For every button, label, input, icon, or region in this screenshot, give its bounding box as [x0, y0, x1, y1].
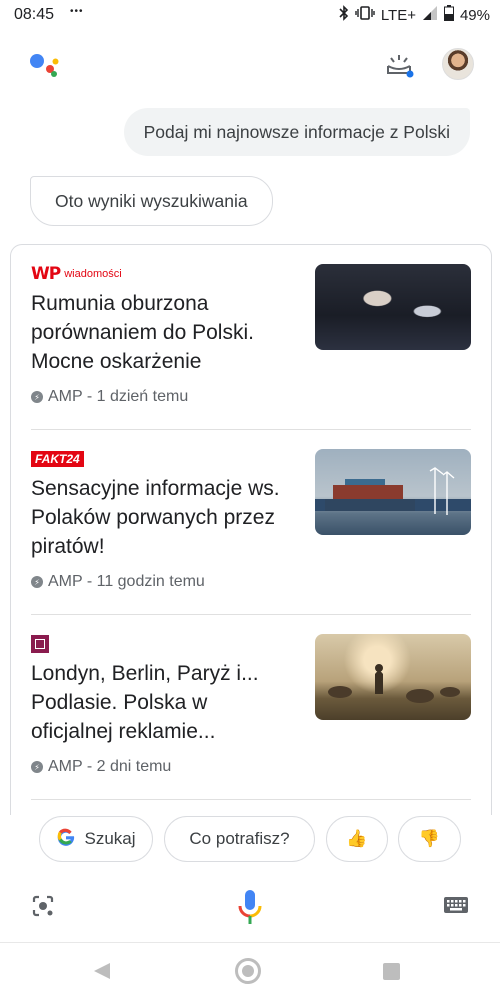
signal-icon — [422, 5, 438, 25]
google-g-icon — [56, 826, 76, 852]
snapshot-icon[interactable] — [384, 52, 416, 80]
amp-icon: ⚡ — [31, 576, 43, 588]
news-headline[interactable]: Rumunia oburzona porównaniem do Polski. … — [31, 289, 293, 376]
news-thumbnail[interactable] — [315, 634, 471, 720]
recent-apps-icon[interactable] — [383, 963, 400, 980]
source-name: FAKT24 — [31, 451, 84, 467]
source-name: wiadomości — [64, 268, 122, 280]
user-query-bubble: Podaj mi najnowsze informacje z Polski — [123, 108, 470, 156]
source-square-icon — [31, 635, 49, 653]
news-meta-text: AMP - 1 dzień temu — [48, 388, 189, 405]
assistant-input-bar — [0, 870, 500, 942]
assistant-reply-bubble: Oto wyniki wyszukiwania — [30, 176, 273, 226]
amp-icon: ⚡ — [31, 761, 43, 773]
news-thumbnail[interactable] — [315, 449, 471, 535]
thumbs-down-chip[interactable]: 👎 — [398, 816, 461, 862]
vibrate-icon — [355, 5, 375, 25]
status-bar: 08:45 ••• LTE+ 49% — [0, 0, 500, 32]
news-meta: ⚡ AMP - 11 godzin temu — [31, 573, 205, 591]
assistant-logo-icon — [28, 52, 62, 78]
thumbs-up-icon: 👍 — [346, 829, 368, 848]
network-type: LTE+ — [380, 6, 416, 24]
news-thumbnail[interactable] — [315, 264, 471, 350]
source-logo-wp: WP wiadomości — [31, 264, 122, 284]
search-chip-label: Szukaj — [84, 829, 136, 848]
help-chip[interactable]: Co potrafisz? — [164, 816, 315, 862]
news-meta-text: AMP - 11 godzin temu — [48, 573, 205, 590]
source-logo-fakt: FAKT24 — [31, 450, 84, 468]
suggestion-chips: Szukaj Co potrafisz? 👍 👎 — [0, 812, 500, 868]
wp-logo-mark: WP — [31, 264, 61, 284]
profile-avatar[interactable] — [442, 48, 474, 80]
news-meta-text: AMP - 2 dni temu — [48, 758, 172, 775]
news-meta: ⚡ AMP - 2 dni temu — [31, 758, 171, 776]
amp-icon: ⚡ — [31, 391, 43, 403]
home-icon[interactable] — [235, 958, 261, 984]
status-icons: LTE+ 49% — [339, 5, 490, 25]
assistant-header — [0, 34, 500, 94]
news-headline[interactable]: Londyn, Berlin, Paryż i... Podlasie. Pol… — [31, 659, 293, 746]
status-time: 08:45 — [14, 6, 55, 23]
help-chip-label: Co potrafisz? — [189, 829, 290, 848]
news-results-card: WP wiadomości Rumunia oburzona porównani… — [10, 244, 492, 815]
news-meta: ⚡ AMP - 1 dzień temu — [31, 388, 188, 406]
lens-icon[interactable] — [31, 894, 55, 918]
back-icon[interactable] — [92, 961, 112, 986]
bluetooth-icon — [339, 5, 349, 25]
thumbs-up-chip[interactable]: 👍 — [326, 816, 388, 862]
news-item[interactable]: WP wiadomości Rumunia oburzona porównani… — [31, 245, 471, 430]
source-logo-square — [31, 635, 49, 653]
microphone-icon[interactable] — [236, 888, 264, 928]
thumbs-down-icon: 👎 — [418, 829, 441, 848]
battery-percent: 49% — [459, 6, 490, 24]
keyboard-icon[interactable] — [443, 896, 469, 916]
news-item[interactable]: Londyn, Berlin, Paryż i... Podlasie. Pol… — [31, 615, 471, 800]
system-nav-bar — [0, 942, 500, 1001]
notification-dots: ••• — [70, 6, 84, 17]
news-item[interactable]: FAKT24 Sensacyjne informacje ws. Polaków… — [31, 430, 471, 615]
news-headline[interactable]: Sensacyjne informacje ws. Polaków porwan… — [31, 474, 293, 561]
search-chip[interactable]: Szukaj — [39, 816, 153, 862]
battery-icon — [443, 5, 454, 25]
